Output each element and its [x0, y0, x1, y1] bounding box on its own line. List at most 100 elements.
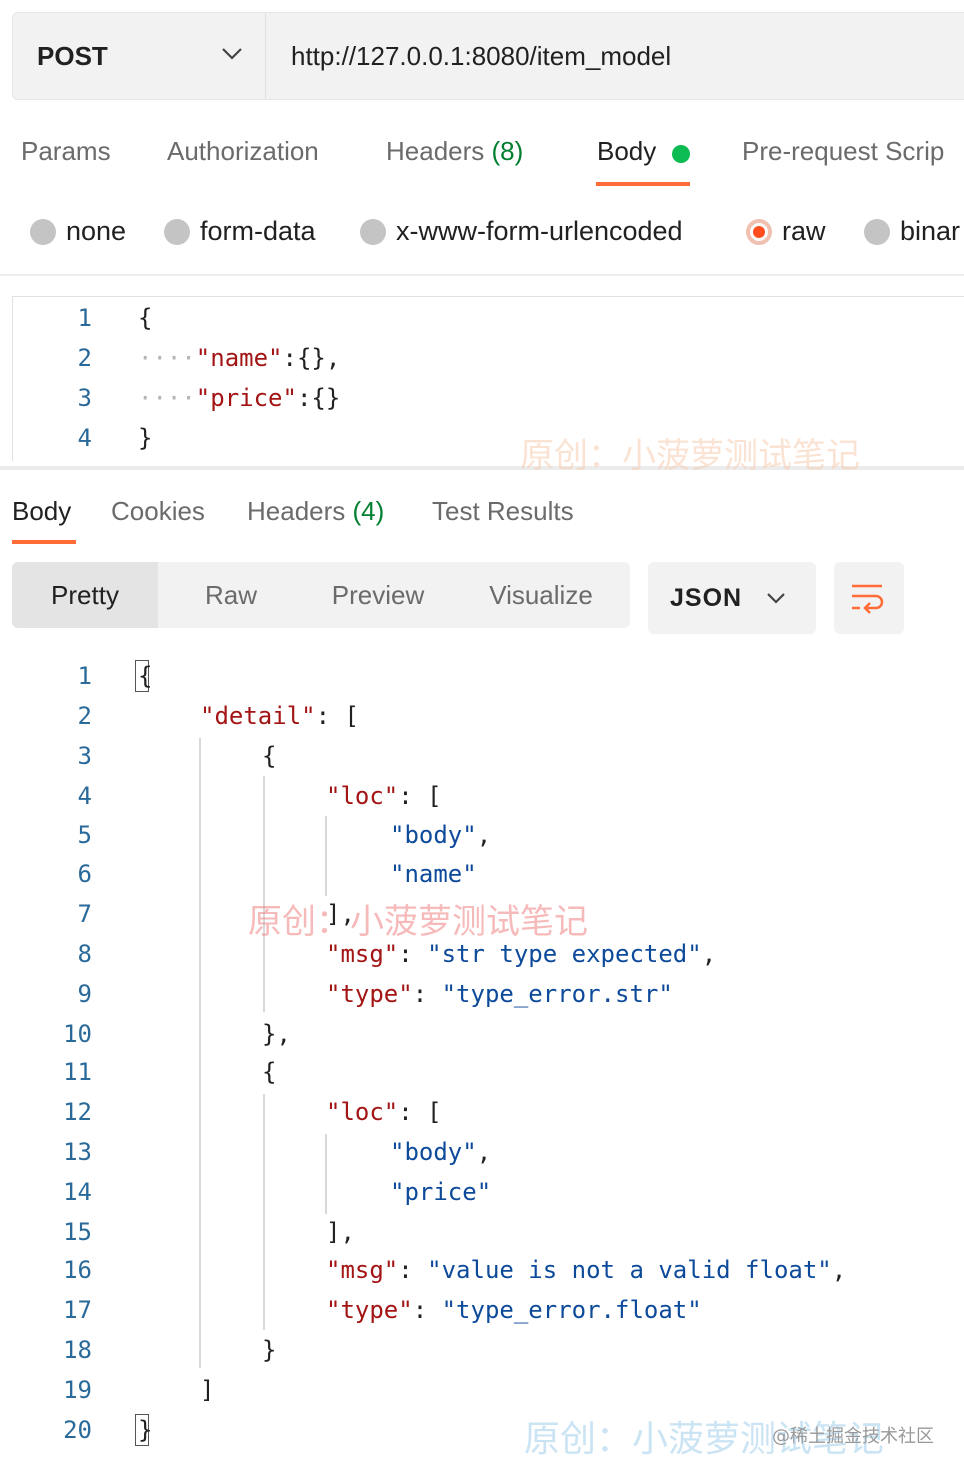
code-line: ], — [326, 1218, 355, 1246]
line-number: 19 — [63, 1376, 92, 1404]
line-number: 13 — [63, 1138, 92, 1166]
line-number: 10 — [63, 1020, 92, 1048]
code-line: ] — [200, 1376, 215, 1404]
format-label: JSON — [670, 584, 743, 612]
code-line: "loc": [ — [326, 782, 442, 810]
code-line: "body", — [390, 821, 492, 849]
code-line: } — [262, 1336, 277, 1364]
indent-guide — [263, 776, 265, 1012]
radio-raw-circle — [746, 219, 772, 245]
headers-count: (8) — [491, 136, 524, 166]
view-preview-button[interactable]: Preview — [300, 562, 456, 628]
indent-guide — [325, 1134, 327, 1214]
code-line: "msg": "value is not a valid float", — [326, 1256, 847, 1284]
line-number: 17 — [63, 1296, 92, 1324]
indent-guide — [263, 1094, 265, 1330]
tab-authorization[interactable]: Authorization — [167, 136, 319, 167]
radio-urlencoded-label: x-www-form-urlencoded — [396, 216, 683, 246]
view-visualize-button[interactable]: Visualize — [466, 562, 616, 628]
line-number: 11 — [63, 1058, 92, 1086]
code-line: "name" — [390, 860, 477, 888]
request-body-editor[interactable] — [12, 296, 964, 461]
chevron-down-icon — [222, 48, 242, 60]
code-line: { — [262, 1058, 277, 1086]
radio-raw-label: raw — [782, 216, 826, 246]
code-line: { — [138, 662, 153, 690]
response-tab-headers[interactable]: Headers (4) — [247, 496, 384, 527]
method-label: POST — [37, 41, 108, 71]
watermark: 原创：小菠萝测试笔记 — [248, 902, 588, 942]
chevron-down-icon — [767, 593, 785, 604]
code-line: "msg": "str type expected", — [326, 940, 717, 968]
radio-form-data-circle — [164, 219, 190, 245]
code-line: "price" — [390, 1178, 492, 1206]
method-select[interactable]: POST — [13, 13, 266, 99]
tab-body[interactable]: Body — [597, 136, 656, 167]
tab-params[interactable]: Params — [21, 136, 111, 167]
code-line: }, — [262, 1020, 291, 1048]
indent-guide — [325, 816, 327, 896]
code-line: "detail": [ — [200, 702, 359, 730]
url-input[interactable] — [281, 17, 964, 95]
line-number: 8 — [77, 940, 92, 968]
radio-form-data-label: form-data — [200, 216, 316, 246]
code-line: "loc": [ — [326, 1098, 442, 1126]
line-number: 3 — [77, 742, 92, 770]
radio-binary-label: binar — [900, 216, 961, 246]
tab-headers-label: Headers — [386, 136, 485, 166]
wrap-lines-icon — [852, 584, 884, 614]
code-line: { — [262, 742, 277, 770]
line-number: 2 — [77, 702, 92, 730]
code-line: "type": "type_error.str" — [326, 980, 673, 1008]
line-number: 20 — [63, 1416, 92, 1444]
view-raw-button[interactable]: Raw — [170, 562, 292, 628]
watermark: 原创：小菠萝测试笔记 — [524, 1419, 885, 1460]
line-number: 1 — [77, 304, 92, 332]
line-number: 15 — [63, 1218, 92, 1246]
line-number: 7 — [77, 900, 92, 928]
divider — [0, 274, 964, 276]
code-line: { — [138, 304, 153, 332]
tab-headers[interactable]: Headers (8) — [386, 136, 523, 167]
line-number: 12 — [63, 1098, 92, 1126]
line-number: 14 — [63, 1178, 92, 1206]
radio-none-label: none — [66, 216, 127, 246]
site-watermark: @稀土掘金技术社区 — [772, 1426, 934, 1447]
headers-count: (4) — [352, 496, 385, 526]
code-line: ····"name":{}, — [138, 344, 341, 372]
response-tab-test-results[interactable]: Test Results — [432, 496, 574, 527]
code-line: "type": "type_error.float" — [326, 1296, 702, 1324]
line-number: 2 — [77, 344, 92, 372]
code-line: } — [138, 424, 153, 452]
view-mode-group: Pretty Raw Preview Visualize — [12, 562, 630, 628]
pane-divider[interactable] — [0, 466, 964, 470]
indent-guide — [199, 738, 201, 1368]
line-number: 16 — [63, 1256, 92, 1284]
radio-urlencoded-circle — [360, 219, 386, 245]
wrap-lines-button[interactable] — [834, 562, 904, 634]
response-tab-headers-label: Headers — [247, 496, 346, 526]
format-select[interactable]: JSON — [648, 562, 816, 634]
code-line: } — [138, 1416, 153, 1444]
line-number: 4 — [77, 782, 92, 810]
line-number: 3 — [77, 384, 92, 412]
code-line: ], — [326, 900, 355, 928]
radio-none-circle — [30, 219, 56, 245]
line-number: 18 — [63, 1336, 92, 1364]
tab-prerequest-script[interactable]: Pre-request Scrip — [742, 136, 944, 167]
radio-binary-circle — [864, 219, 890, 245]
line-number: 6 — [77, 860, 92, 888]
code-line: "body", — [390, 1138, 492, 1166]
response-tab-body[interactable]: Body — [12, 496, 71, 527]
line-number: 5 — [77, 821, 92, 849]
body-status-dot — [672, 145, 690, 163]
response-tab-cookies[interactable]: Cookies — [111, 496, 205, 527]
line-number: 4 — [77, 424, 92, 452]
request-url-bar: POST — [12, 12, 964, 100]
line-number: 1 — [77, 662, 92, 690]
active-tab-indicator — [596, 182, 690, 186]
active-tab-indicator — [12, 540, 76, 544]
view-pretty-button[interactable]: Pretty — [12, 562, 158, 628]
line-number: 9 — [77, 980, 92, 1008]
code-line: ····"price":{} — [138, 384, 341, 412]
